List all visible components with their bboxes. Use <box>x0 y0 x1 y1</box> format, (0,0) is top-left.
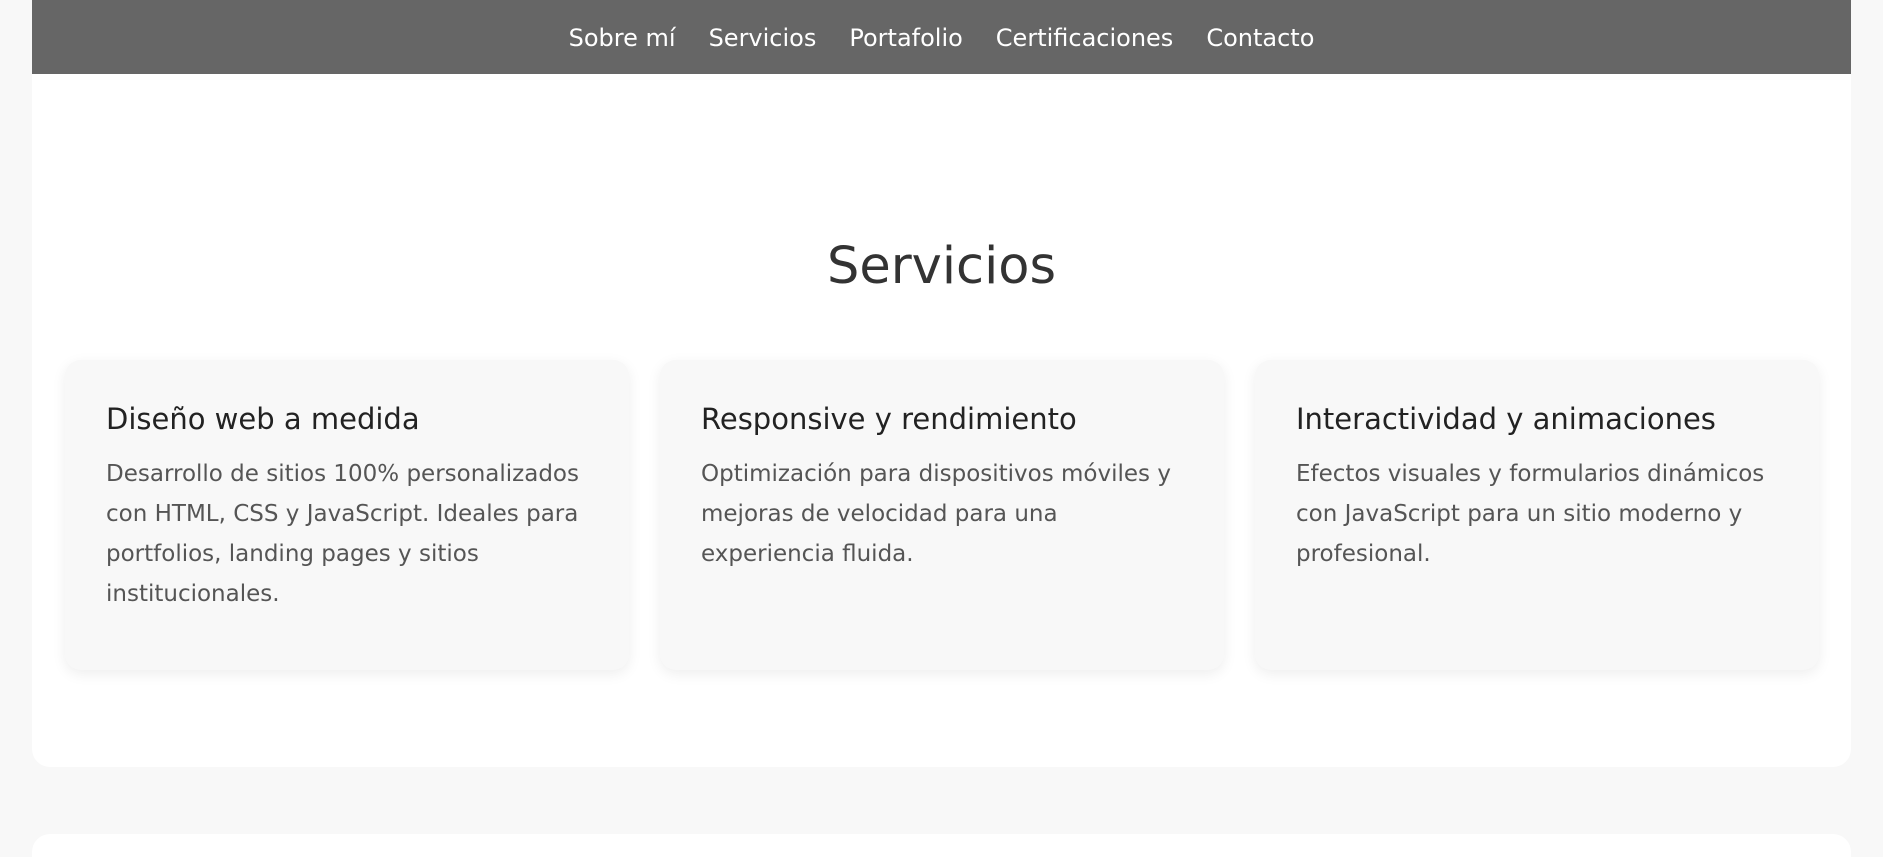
service-cards: Diseño web a medida Desarrollo de sitios… <box>65 360 1819 670</box>
section-title: Servicios <box>826 237 1057 296</box>
service-card-custom-design: Diseño web a medida Desarrollo de sitios… <box>65 360 629 670</box>
services-section: Servicios Diseño web a medida Desarrollo… <box>32 74 1851 767</box>
service-card-interactivity: Interactividad y animaciones Efectos vis… <box>1255 360 1819 670</box>
page: Sobre mí Servicios Portafolio Certificac… <box>0 0 1883 857</box>
service-card-responsive: Responsive y rendimiento Optimización pa… <box>660 360 1224 670</box>
card-title: Interactividad y animaciones <box>1296 402 1716 436</box>
nav-link-certificaciones[interactable]: Certificaciones <box>996 24 1174 50</box>
nav-link-portafolio[interactable]: Portafolio <box>849 24 962 50</box>
card-title: Responsive y rendimiento <box>701 402 1077 436</box>
top-navigation: Sobre mí Servicios Portafolio Certificac… <box>32 0 1851 74</box>
card-description: Desarrollo de sitios 100% personalizados… <box>106 460 579 607</box>
card-description: Efectos visuales y formularios dinámicos… <box>1296 460 1765 567</box>
card-description: Optimización para dispositivos móviles y… <box>701 460 1171 567</box>
next-section <box>32 834 1851 857</box>
nav-link-servicios[interactable]: Servicios <box>709 24 817 50</box>
nav-link-sobre-mi[interactable]: Sobre mí <box>569 24 676 50</box>
card-title: Diseño web a medida <box>106 402 420 436</box>
nav-link-contacto[interactable]: Contacto <box>1206 24 1314 50</box>
